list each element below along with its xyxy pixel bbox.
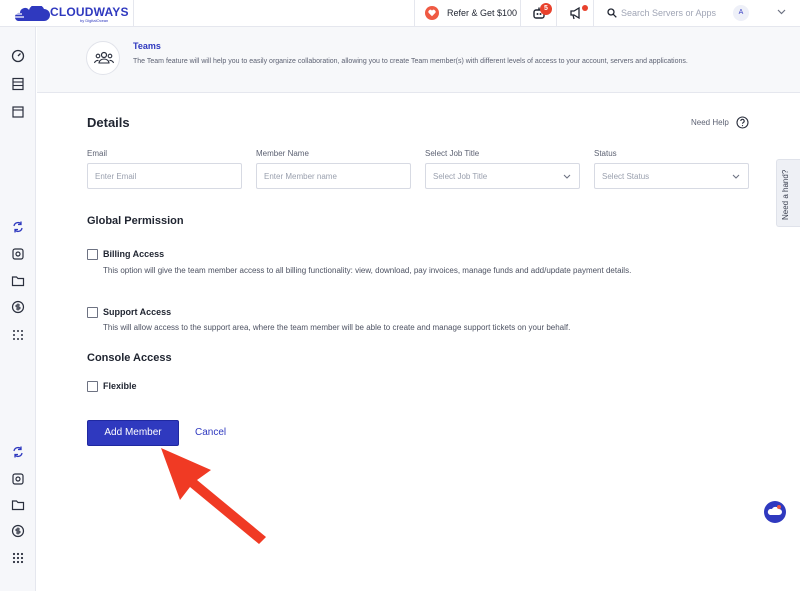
red-arrow-annotation	[161, 448, 266, 544]
console-access-heading: Console Access	[87, 352, 172, 364]
job-title-label: Select Job Title	[425, 149, 480, 158]
search-placeholder: Search Servers or Apps	[621, 8, 717, 18]
dollar-icon[interactable]	[11, 524, 25, 538]
gear-icon[interactable]	[11, 247, 25, 261]
flexible-label[interactable]: Flexible	[103, 381, 137, 391]
teams-banner: Teams The Team feature will will help yo…	[37, 27, 800, 93]
cloud-logo-icon	[12, 6, 50, 21]
megaphone-icon	[570, 6, 580, 20]
member-name-field[interactable]: Enter Member name	[256, 163, 411, 189]
divider	[133, 0, 134, 27]
email-label: Email	[87, 149, 108, 158]
heart-icon	[425, 6, 439, 20]
refresh-icon[interactable]	[11, 220, 25, 234]
folder-icon[interactable]	[11, 498, 25, 512]
email-field[interactable]: Enter Email	[87, 163, 242, 189]
grid-icon[interactable]	[11, 328, 25, 342]
notification-badge: 5	[540, 3, 552, 15]
banner-title: Teams	[133, 41, 161, 51]
cancel-button[interactable]: Cancel	[195, 427, 226, 438]
search-icon	[607, 8, 617, 18]
support-access-description: This will allow access to the support ar…	[103, 323, 571, 332]
gear-icon[interactable]	[11, 472, 25, 486]
need-a-hand-tab[interactable]: Need a hand?	[776, 159, 800, 227]
member-name-placeholder: Enter Member name	[264, 172, 337, 181]
avatar[interactable]: A	[733, 5, 749, 21]
chevron-down-icon	[732, 174, 740, 179]
support-access-checkbox[interactable]	[87, 307, 98, 318]
member-name-label: Member Name	[256, 149, 309, 158]
refer-button[interactable]: Refer & Get $100	[414, 0, 521, 27]
help-circle-icon[interactable]	[736, 116, 749, 129]
cloudways-logo[interactable]: CLOUDWAYS by DigitalOcean	[12, 4, 132, 24]
job-title-select[interactable]: Select Job Title	[425, 163, 580, 189]
chat-icon	[767, 505, 782, 515]
email-placeholder: Enter Email	[95, 172, 137, 181]
need-a-hand-label: Need a hand?	[781, 169, 790, 220]
grid-icon[interactable]	[11, 551, 25, 565]
refresh-icon[interactable]	[11, 445, 25, 459]
status-value: Select Status	[602, 172, 650, 181]
chat-button[interactable]	[764, 501, 786, 523]
announcements-button[interactable]	[558, 0, 594, 27]
flexible-checkbox[interactable]	[87, 381, 98, 392]
dollar-icon[interactable]	[11, 300, 25, 314]
banner-description: The Team feature will will help you to e…	[133, 58, 688, 65]
folder-icon[interactable]	[11, 274, 25, 288]
support-access-label[interactable]: Support Access	[103, 307, 171, 317]
billing-access-description: This option will give the team member ac…	[103, 266, 632, 275]
bot-button[interactable]: 5	[521, 0, 557, 27]
refer-label: Refer & Get $100	[447, 8, 518, 18]
top-bar: CLOUDWAYS by DigitalOcean Refer & Get $1…	[0, 0, 800, 27]
server-icon[interactable]	[11, 77, 25, 91]
unread-dot	[582, 5, 588, 11]
team-icon	[86, 41, 120, 75]
logo-text: CLOUDWAYS	[50, 5, 129, 19]
chevron-down-icon	[563, 174, 571, 179]
speedometer-icon[interactable]	[11, 49, 25, 63]
job-title-value: Select Job Title	[433, 172, 488, 181]
status-select[interactable]: Select Status	[594, 163, 749, 189]
app-window-icon[interactable]	[11, 105, 25, 119]
search-box[interactable]: Search Servers or Apps	[600, 0, 720, 27]
details-heading: Details	[87, 115, 130, 130]
chevron-down-icon[interactable]	[777, 9, 786, 15]
status-label: Status	[594, 149, 617, 158]
logo-subtext: by DigitalOcean	[80, 18, 109, 23]
billing-access-checkbox[interactable]	[87, 249, 98, 260]
global-permission-heading: Global Permission	[87, 215, 184, 227]
billing-access-label[interactable]: Billing Access	[103, 249, 164, 259]
need-help-link[interactable]: Need Help	[691, 118, 729, 127]
sidebar	[0, 27, 36, 591]
